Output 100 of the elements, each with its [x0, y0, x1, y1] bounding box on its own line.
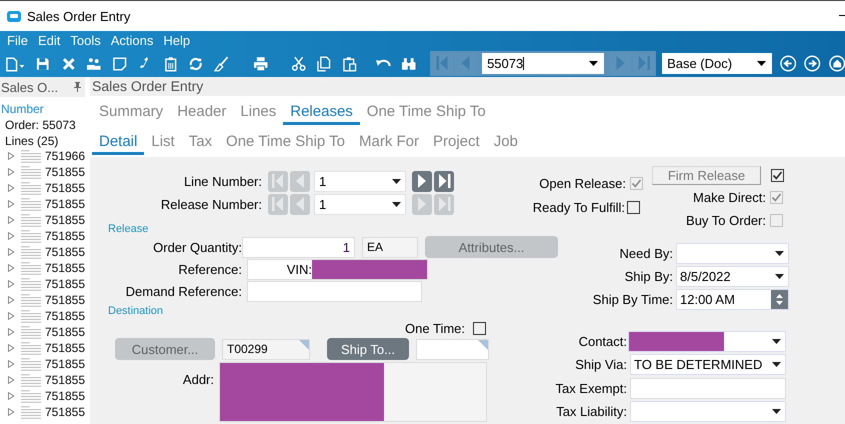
line-icon: [20, 358, 41, 370]
dropdown-field[interactable]: TO BE DETERMINED: [630, 354, 786, 376]
tree-node[interactable]: 751855: [44, 165, 85, 179]
back-icon[interactable]: [780, 55, 796, 72]
tree-node[interactable]: Lines (25): [5, 134, 85, 148]
spinner-icon[interactable]: [771, 290, 788, 310]
checkbox[interactable]: [473, 322, 486, 335]
dropdown-field[interactable]: [676, 242, 789, 264]
line-icon: [20, 198, 41, 210]
note-icon[interactable]: [112, 56, 128, 72]
record-combo[interactable]: 55073: [482, 53, 604, 74]
clipboard-icon[interactable]: [162, 56, 178, 72]
new-document-icon[interactable]: [4, 56, 26, 72]
tree-node[interactable]: 751855: [44, 405, 85, 419]
dropdown-field[interactable]: 8/5/2022: [676, 266, 789, 288]
line-icon: [20, 214, 41, 226]
field-label: Line Number:: [182, 174, 262, 189]
refresh-icon[interactable]: [188, 56, 204, 72]
text-field[interactable]: [630, 378, 786, 399]
caret-icon: [756, 61, 766, 66]
expand-icon[interactable]: [8, 280, 15, 288]
tree-node[interactable]: 751855: [44, 357, 85, 371]
field-label: Ready To Fulfill:: [532, 200, 625, 214]
tree-node[interactable]: 751855: [44, 325, 85, 339]
ship-to-button[interactable]: Ship To...: [327, 338, 409, 360]
delete-icon[interactable]: [60, 56, 76, 72]
home-icon[interactable]: [828, 55, 845, 72]
panel-title: Sales O...: [1, 80, 58, 94]
tree-node[interactable]: 751855: [44, 181, 85, 195]
expand-icon[interactable]: [8, 360, 15, 368]
line-icon: [20, 390, 41, 402]
copy-icon[interactable]: [316, 56, 332, 72]
scissors-icon[interactable]: [290, 56, 306, 72]
layer-combo[interactable]: Base (Doc): [662, 53, 772, 74]
line-icon: [20, 374, 41, 386]
tree-node[interactable]: 751855: [44, 213, 85, 227]
tree-node[interactable]: 751855: [44, 389, 85, 403]
customer-field[interactable]: T00299: [222, 338, 310, 360]
expand-icon[interactable]: [8, 216, 15, 224]
tree-node[interactable]: 751855: [44, 277, 85, 291]
menu-item[interactable]: Actions: [106, 33, 158, 48]
last-button[interactable]: [434, 171, 454, 192]
field-label: Ship By Time:: [592, 292, 673, 308]
paste-icon[interactable]: [342, 56, 358, 72]
expand-icon[interactable]: [8, 200, 15, 208]
text-field[interactable]: [247, 281, 422, 302]
unit-field: EA: [362, 236, 418, 258]
caret-icon: [772, 339, 781, 344]
number-combo[interactable]: 1: [314, 171, 406, 192]
tree-node[interactable]: Order: 55073: [5, 118, 85, 132]
tree-node[interactable]: 751855: [44, 341, 85, 355]
print-icon[interactable]: [253, 56, 269, 72]
tree-node[interactable]: 751855: [44, 197, 85, 211]
line-icon: [20, 326, 41, 338]
app-icon: [7, 10, 21, 22]
field-label: Tax Liability:: [555, 404, 627, 419]
tree-node[interactable]: 751855: [44, 373, 85, 387]
dropdown-field[interactable]: [630, 400, 786, 422]
tree-node[interactable]: 751966: [44, 149, 85, 163]
number-combo[interactable]: 1: [314, 194, 406, 215]
caret-icon: [772, 362, 781, 368]
forward-icon[interactable]: [804, 55, 821, 72]
expand-icon[interactable]: [8, 296, 15, 304]
expand-icon[interactable]: [8, 264, 15, 272]
tree-node[interactable]: 751855: [44, 261, 85, 275]
expand-icon[interactable]: [8, 232, 15, 240]
expand-icon[interactable]: [8, 408, 15, 416]
tree-node[interactable]: 751855: [44, 229, 85, 243]
next-button[interactable]: [412, 171, 432, 192]
menu-item[interactable]: Edit: [34, 33, 64, 48]
expand-icon[interactable]: [8, 376, 15, 384]
expand-icon[interactable]: [8, 168, 15, 176]
menu-item[interactable]: Help: [159, 33, 194, 48]
menu-item[interactable]: File: [3, 33, 32, 48]
checkbox[interactable]: [627, 200, 640, 214]
binoculars-icon[interactable]: [400, 56, 416, 72]
field-label: Make Direct:: [692, 190, 766, 205]
dropdown-field[interactable]: [628, 331, 786, 352]
ship-to-field[interactable]: [416, 338, 489, 360]
expand-icon[interactable]: [8, 184, 15, 192]
expand-icon[interactable]: [8, 248, 15, 256]
text-field[interactable]: VIN:: [247, 259, 428, 280]
expand-icon[interactable]: [8, 152, 15, 160]
expand-icon[interactable]: [8, 312, 15, 320]
tree-node[interactable]: 751855: [44, 293, 85, 307]
pin-icon[interactable]: [74, 82, 81, 92]
people-icon[interactable]: [86, 56, 102, 72]
address-field[interactable]: [219, 362, 487, 422]
quantity-field[interactable]: 1: [242, 236, 355, 258]
menu-item[interactable]: Tools: [66, 33, 105, 48]
time-field[interactable]: 12:00 AM: [676, 289, 789, 310]
tree-node[interactable]: 751855: [44, 245, 85, 259]
expand-icon[interactable]: [8, 344, 15, 352]
expand-icon[interactable]: [8, 392, 15, 400]
tree-node[interactable]: 751855: [44, 309, 85, 323]
expand-icon[interactable]: [8, 328, 15, 336]
brush-icon[interactable]: [214, 56, 230, 72]
save-icon[interactable]: [35, 56, 51, 72]
field-label: Demand Reference:: [124, 284, 242, 300]
field-label: Ship Via:: [574, 357, 627, 372]
